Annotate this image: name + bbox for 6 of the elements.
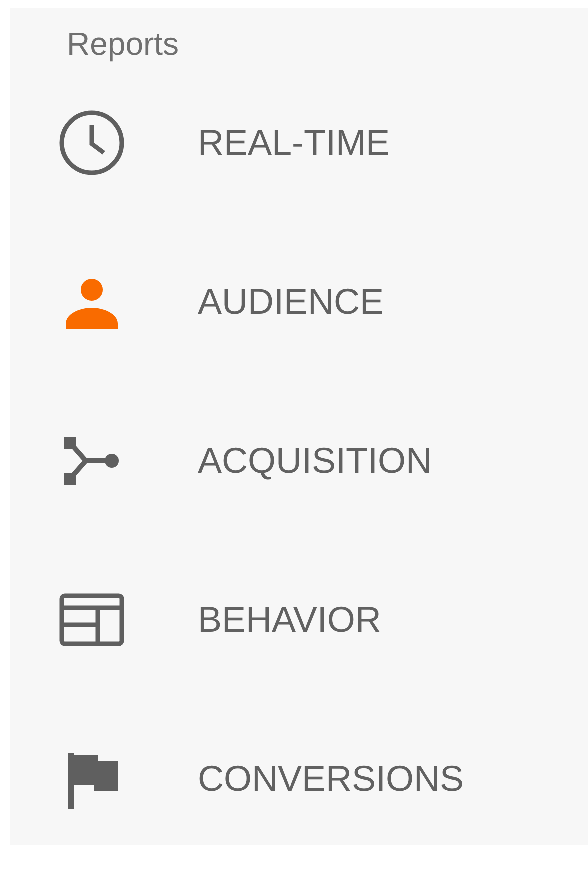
section-heading: Reports xyxy=(67,26,180,63)
nav-item[interactable]: ACQUISITION xyxy=(198,440,432,482)
nav-item[interactable]: BEHAVIOR xyxy=(198,599,382,641)
nav-item[interactable]: AUDIENCE xyxy=(198,281,384,323)
nav-item[interactable]: REAL-TIME xyxy=(198,122,390,164)
nav-item[interactable]: CONVERSIONS xyxy=(198,758,464,800)
